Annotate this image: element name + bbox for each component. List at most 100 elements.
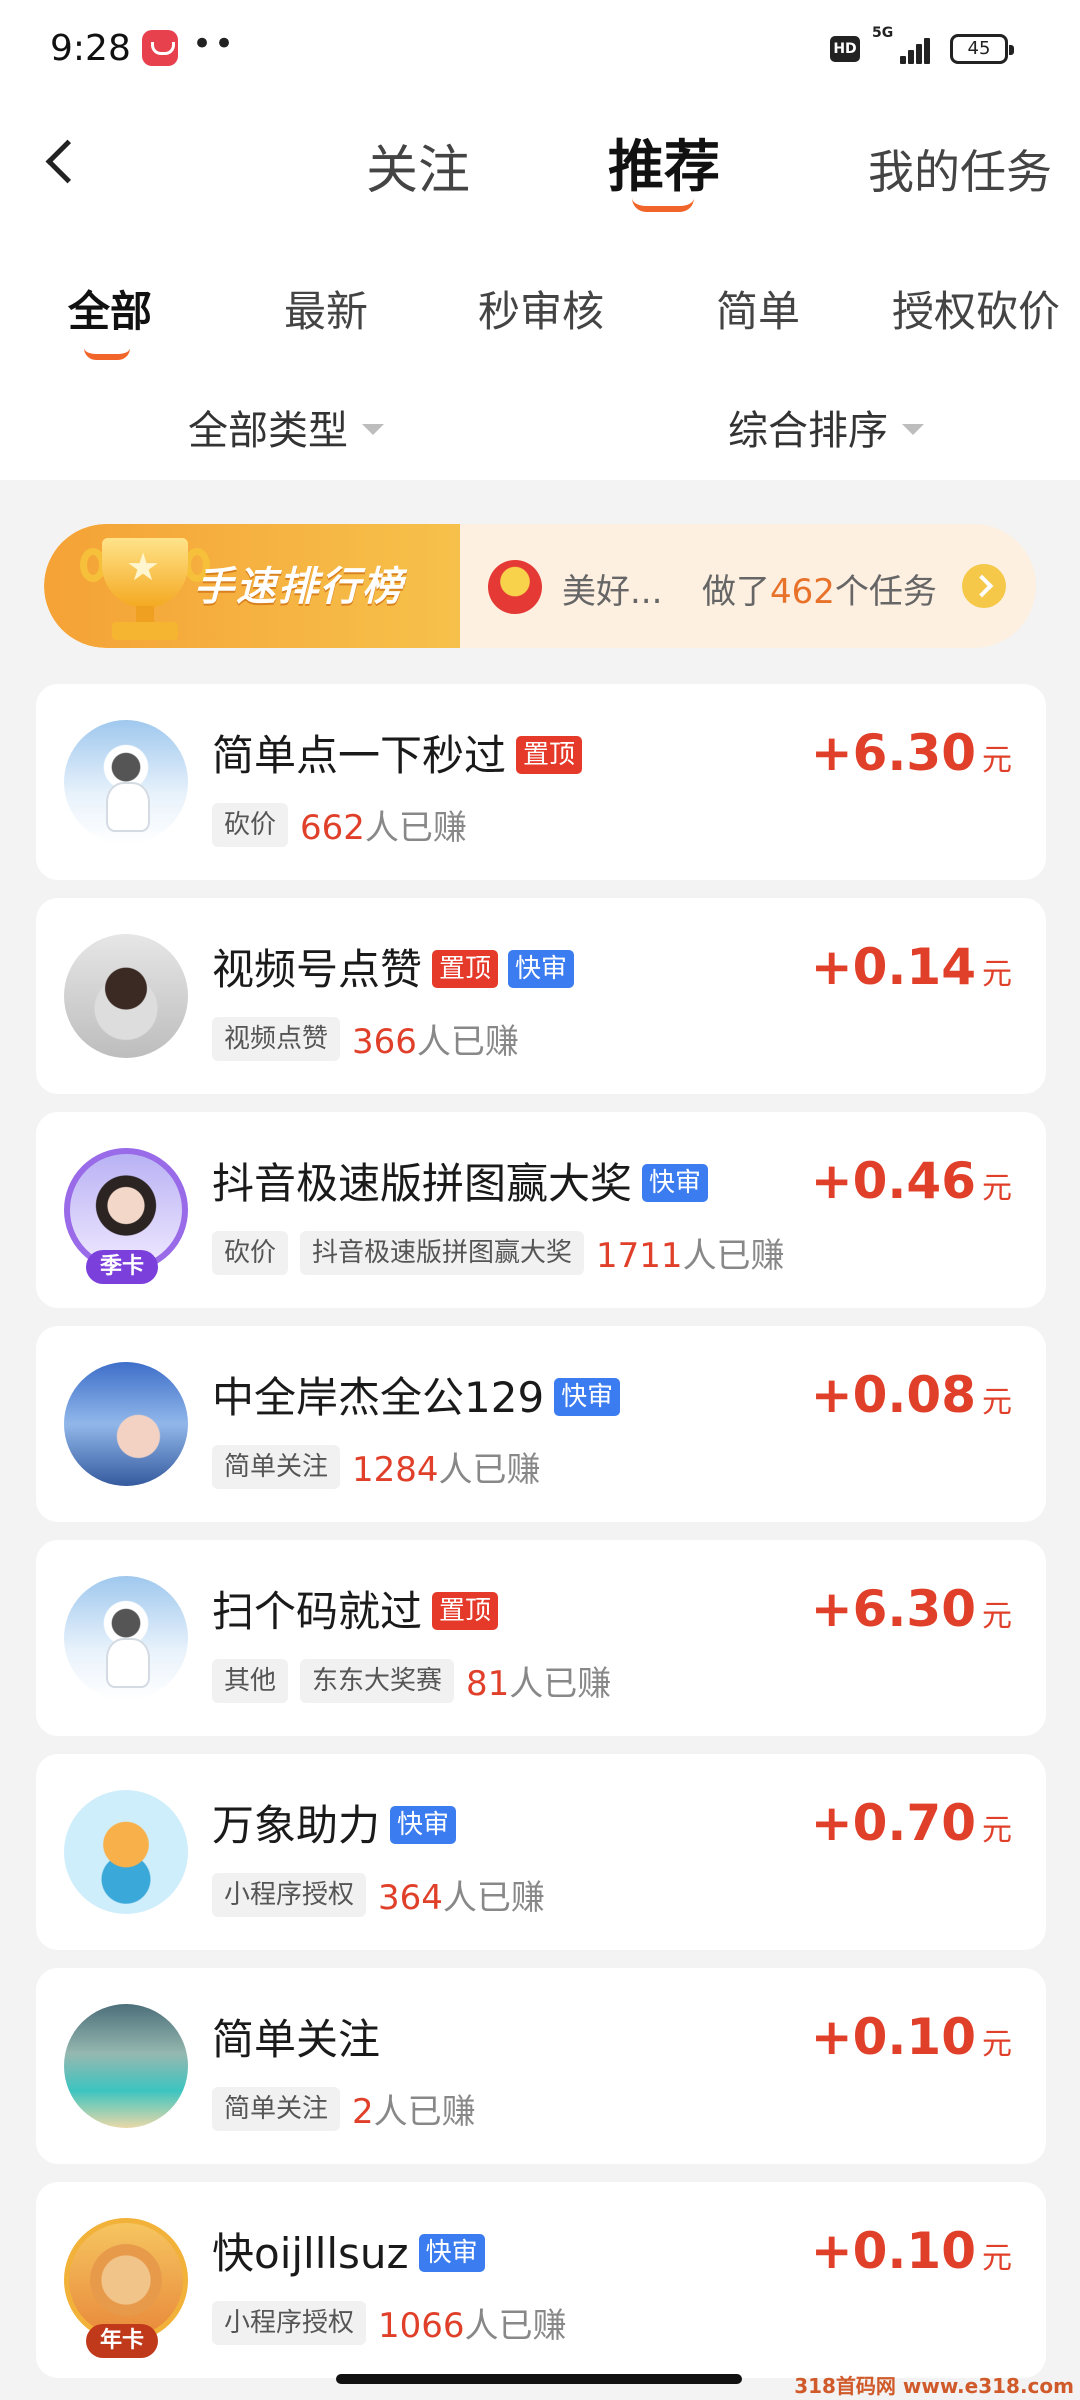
pinned-tag: 置顶 (432, 1591, 499, 1630)
rank-task-count: 462 (770, 572, 835, 612)
task-meta-row: 砍价 抖音极速版拼图赢大奖 1711人已赚 (212, 1228, 785, 1277)
reward-unit: 元 (982, 1385, 1012, 1420)
subtab-all[interactable]: 全部 (68, 278, 152, 339)
task-card[interactable]: 年卡 快oijlllsuz 快审小程序授权 1066人已赚 +0.10 元 (36, 2182, 1046, 2378)
task-category-chip: 小程序授权 (212, 1872, 367, 1917)
task-title: 视频号点赞 (212, 945, 423, 994)
pinned-tag: 置顶 (516, 735, 583, 774)
task-card[interactable]: 视频号点赞 置顶 快审视频点赞 366人已赚 +0.14 元 (36, 898, 1046, 1094)
task-category-chip: 其他 (212, 1658, 289, 1703)
avatar-membership-badge: 年卡 (86, 2324, 159, 2358)
task-title-row: 快oijlllsuz 快审 (212, 2220, 485, 2281)
task-title-row: 抖音极速版拼图赢大奖 快审 (212, 1150, 709, 1211)
earned-count: 1711人已赚 (596, 1236, 785, 1276)
task-title-row: 简单关注 (212, 2006, 380, 2067)
reward-amount: +0.08 (810, 1366, 976, 1424)
back-arrow-icon[interactable] (40, 138, 80, 188)
task-card[interactable]: 简单点一下秒过 置顶砍价 662人已赚 +6.30 元 (36, 684, 1046, 880)
avatar-membership-badge: 季卡 (86, 1250, 159, 1284)
task-avatar (64, 1576, 188, 1700)
reward-amount: +6.30 (810, 1580, 976, 1638)
task-meta-row: 简单关注 1284人已赚 (212, 1442, 541, 1491)
reward-unit: 元 (982, 1171, 1012, 1206)
battery-icon: 45 (950, 34, 1014, 64)
reward-amount: +0.10 (810, 2222, 976, 2280)
subtab-latest[interactable]: 最新 (284, 278, 368, 339)
task-meta-row: 视频点赞 366人已赚 (212, 1014, 519, 1063)
watermark: 318首码网 www.e318.com (794, 2374, 1074, 2398)
task-avatar (64, 934, 188, 1058)
task-card[interactable]: 万象助力 快审小程序授权 364人已赚 +0.70 元 (36, 1754, 1046, 1950)
tab-follow[interactable]: 关注 (366, 128, 470, 203)
task-title-row: 扫个码就过 置顶 (212, 1578, 499, 1639)
task-card[interactable]: 扫个码就过 置顶其他 东东大奖赛 81人已赚 +6.30 元 (36, 1540, 1046, 1736)
task-category-chip: 抖音极速版拼图赢大奖 (300, 1230, 585, 1275)
task-title-row: 中全岸杰全公129 快审 (212, 1364, 621, 1425)
reward-amount: +6.30 (810, 724, 976, 782)
task-reward: +0.10 元 (811, 2008, 1012, 2066)
task-card[interactable]: 季卡 抖音极速版拼图赢大奖 快审 砍价 抖音极速版拼图赢大奖 1711人已赚 +0.46 元 (36, 1112, 1046, 1308)
earned-count: 2人已赚 (352, 2092, 476, 2132)
task-meta-row: 简单关注 2人已赚 (212, 2084, 476, 2133)
task-reward: +0.70 元 (811, 1794, 1012, 1852)
rank-user-name: 美好... (562, 572, 663, 612)
subtab-simple[interactable]: 简单 (716, 278, 800, 339)
task-reward: +6.30 元 (811, 724, 1012, 782)
earned-count: 81人已赚 (466, 1664, 612, 1704)
task-card[interactable]: 中全岸杰全公129 快审 简单关注 1284人已赚 +0.08 元 (36, 1326, 1046, 1522)
signal-icon (900, 34, 936, 64)
task-title-row: 万象助力 快审 (212, 1792, 457, 1853)
caret-down-icon (362, 423, 384, 435)
subtab-authorize-bargain[interactable]: 授权砍价 (892, 278, 1060, 339)
reward-amount: +0.70 (810, 1794, 976, 1852)
reward-amount: +0.10 (810, 2008, 976, 2066)
reward-unit: 元 (982, 2241, 1012, 2276)
filter-sort-dropdown[interactable]: 综合排序 (728, 398, 924, 456)
trophy-icon: ★ (80, 528, 210, 648)
tab-recommend-indicator (632, 198, 694, 212)
task-title-row: 简单点一下秒过 置顶 (212, 722, 583, 783)
home-indicator[interactable] (336, 2374, 742, 2384)
tab-recommend[interactable]: 推荐 (608, 122, 720, 203)
reward-amount: +0.14 (810, 938, 976, 996)
task-category-chip: 砍价 (212, 802, 289, 847)
fast-review-tag: 快审 (390, 1805, 457, 1844)
rank-banner-left: ★ 手速排行榜 (44, 524, 460, 648)
reward-unit: 元 (982, 2027, 1012, 2062)
task-title: 抖音极速版拼图赢大奖 (212, 1159, 633, 1208)
task-reward: +0.14 元 (811, 938, 1012, 996)
task-avatar (64, 720, 188, 844)
filter-sort-label: 综合排序 (728, 408, 888, 454)
earned-count: 662人已赚 (300, 808, 467, 848)
rank-user-stat: 做了462个任务 (702, 572, 937, 612)
fast-review-tag: 快审 (554, 1377, 621, 1416)
task-title-row: 视频号点赞 置顶 快审 (212, 936, 575, 997)
reward-unit: 元 (982, 1813, 1012, 1848)
fast-review-tag: 快审 (418, 2233, 485, 2272)
task-meta-row: 小程序授权 1066人已赚 (212, 2298, 567, 2347)
task-meta-row: 砍价 662人已赚 (212, 800, 467, 849)
rank-banner[interactable]: ★ 手速排行榜 美好... 做了462个任务 (44, 524, 1036, 648)
task-category-chip: 砍价 (212, 1230, 289, 1275)
tab-my-tasks[interactable]: 我的任务 (868, 136, 1052, 202)
chevron-right-icon[interactable] (962, 564, 1006, 608)
task-title: 中全岸杰全公129 (212, 1373, 545, 1422)
task-reward: +0.46 元 (811, 1152, 1012, 1210)
fast-review-tag: 快审 (642, 1163, 709, 1202)
earned-count: 1284人已赚 (352, 1450, 541, 1490)
fast-review-tag: 快审 (508, 949, 575, 988)
filter-type-label: 全部类型 (188, 408, 348, 454)
status-time: 9:28 (50, 28, 131, 69)
task-category-chip: 东东大奖赛 (300, 1658, 455, 1703)
reward-unit: 元 (982, 1599, 1012, 1634)
task-meta-row: 小程序授权 364人已赚 (212, 1870, 545, 1919)
task-card[interactable]: 简单关注简单关注 2人已赚 +0.10 元 (36, 1968, 1046, 2164)
rank-user-avatar (488, 560, 542, 614)
reward-amount: +0.46 (810, 1152, 976, 1210)
task-meta-row: 其他 东东大奖赛 81人已赚 (212, 1656, 611, 1705)
task-reward: +0.10 元 (811, 2222, 1012, 2280)
subtab-instant-review[interactable]: 秒审核 (478, 278, 604, 339)
reward-unit: 元 (982, 957, 1012, 992)
filter-type-dropdown[interactable]: 全部类型 (188, 398, 384, 456)
earned-count: 364人已赚 (378, 1878, 545, 1918)
